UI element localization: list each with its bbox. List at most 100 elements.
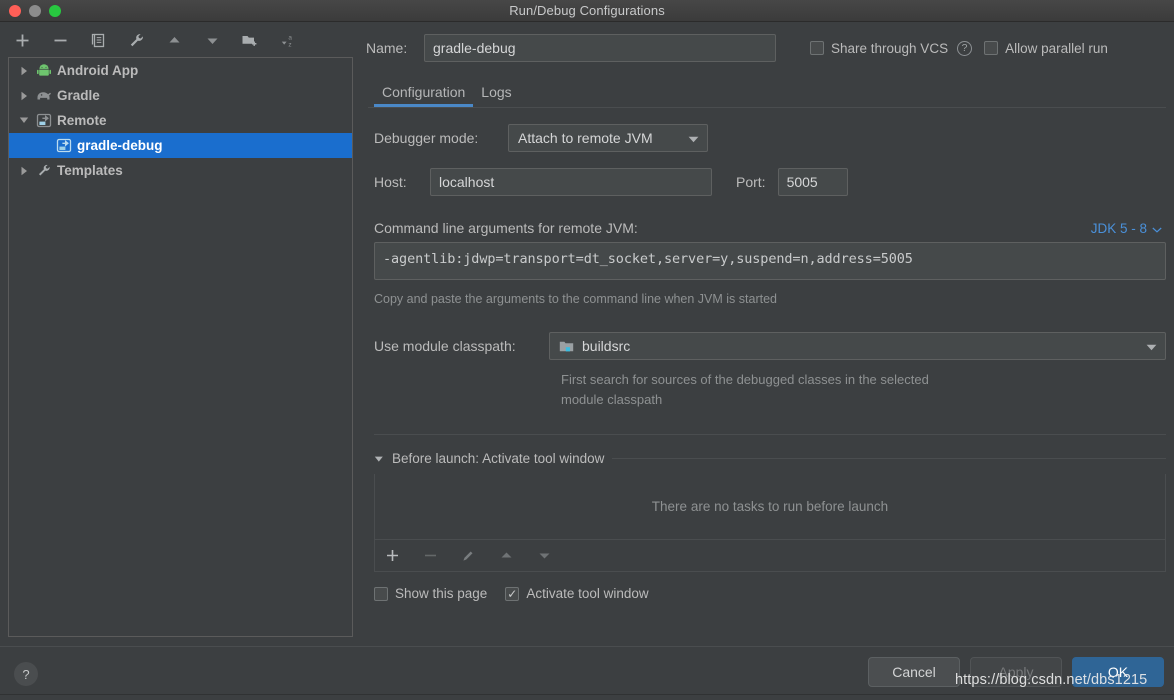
- cancel-button[interactable]: Cancel: [868, 657, 960, 687]
- chevron-down-icon[interactable]: [374, 455, 384, 463]
- remove-task-button[interactable]: [421, 547, 439, 565]
- wrench-icon: [130, 33, 143, 46]
- port-input[interactable]: [777, 168, 848, 196]
- edit-templates-button[interactable]: [126, 30, 146, 50]
- module-icon: [559, 340, 574, 353]
- folder-add-icon: [242, 35, 257, 46]
- window-title: Run/Debug Configurations: [509, 3, 665, 18]
- module-classpath-label: Use module classpath:: [374, 338, 516, 354]
- move-configuration-up-button[interactable]: [164, 30, 184, 50]
- configuration-editor-pane: Name: Share through VCS ? Allow parallel…: [360, 23, 1174, 700]
- copy-configuration-button[interactable]: [88, 30, 108, 50]
- debugger-mode-row: Debugger mode: Attach to remote JVM: [374, 124, 1166, 152]
- arrow-down-icon: [539, 553, 549, 559]
- before-launch-title: Before launch: Activate tool window: [392, 451, 605, 466]
- dialog-body: az Android App Gradle Remote gradle-debu…: [0, 23, 1174, 700]
- plus-icon: [386, 550, 398, 561]
- port-label: Port:: [736, 174, 766, 190]
- plus-icon: [16, 34, 28, 46]
- wrench-icon: [33, 163, 55, 178]
- debugger-mode-value: Attach to remote JVM: [518, 130, 653, 146]
- arrow-down-icon: [207, 38, 217, 44]
- tree-item-label: Android App: [57, 63, 139, 78]
- debugger-mode-dropdown[interactable]: Attach to remote JVM: [508, 124, 708, 152]
- android-icon: [33, 63, 55, 78]
- checkbox-box[interactable]: ✓: [505, 586, 520, 601]
- move-task-down-button[interactable]: [535, 547, 553, 565]
- tree-item-label: gradle-debug: [77, 138, 163, 153]
- window-titlebar: Run/Debug Configurations: [0, 0, 1174, 22]
- svg-text:z: z: [288, 41, 291, 48]
- configurations-pane: az Android App Gradle Remote gradle-debu…: [0, 23, 360, 700]
- activate-tool-window-label: Activate tool window: [526, 586, 649, 601]
- chevron-down-icon[interactable]: [1152, 221, 1162, 236]
- command-line-arguments-label: Command line arguments for remote JVM:: [374, 220, 638, 236]
- gradle-icon: [33, 89, 55, 102]
- footer-divider: [0, 646, 1174, 647]
- before-launch-header[interactable]: Before launch: Activate tool window: [374, 451, 1166, 466]
- name-label: Name:: [366, 40, 408, 56]
- command-line-arguments-header: Command line arguments for remote JVM: J…: [374, 220, 1166, 236]
- add-task-button[interactable]: [383, 547, 401, 565]
- tree-item-android-app[interactable]: Android App: [9, 58, 352, 83]
- jdk-version-label: JDK 5 - 8: [1090, 221, 1147, 236]
- tree-item-label: Templates: [57, 163, 123, 178]
- sort-configurations-button[interactable]: az: [278, 30, 298, 50]
- share-through-vcs-checkbox[interactable]: Share through VCS: [810, 41, 948, 56]
- module-classpath-hint-line2: module classpath: [561, 392, 663, 407]
- checkbox-box[interactable]: [810, 41, 824, 55]
- before-launch-task-list[interactable]: There are no tasks to run before launch: [374, 474, 1166, 540]
- copy-icon: [91, 33, 104, 47]
- tree-item-remote[interactable]: Remote: [9, 108, 352, 133]
- before-launch-rule: [612, 458, 1166, 459]
- name-row-checkboxes: Share through VCS ? Allow parallel run: [810, 40, 1108, 56]
- command-line-arguments-value[interactable]: -agentlib:jdwp=transport=dt_socket,serve…: [374, 242, 1166, 280]
- jdk-version-selector[interactable]: JDK 5 - 8: [1091, 221, 1166, 236]
- tree-item-gradle-debug[interactable]: gradle-debug: [9, 133, 352, 158]
- add-configuration-button[interactable]: [12, 30, 32, 50]
- checkbox-box[interactable]: [374, 586, 388, 601]
- tree-item-gradle[interactable]: Gradle: [9, 83, 352, 108]
- new-folder-button[interactable]: [240, 30, 260, 50]
- remove-configuration-button[interactable]: [50, 30, 70, 50]
- module-classpath-hint-line1: First search for sources of the debugged…: [561, 372, 929, 387]
- move-configuration-down-button[interactable]: [202, 30, 222, 50]
- before-launch-empty-text: There are no tasks to run before launch: [651, 499, 889, 514]
- show-this-page-label: Show this page: [395, 586, 488, 601]
- show-this-page-checkbox[interactable]: Show this page: [374, 586, 487, 601]
- arrow-up-icon: [169, 36, 179, 42]
- module-classpath-value: buildsrc: [582, 338, 631, 354]
- module-classpath-dropdown[interactable]: buildsrc: [549, 332, 1166, 360]
- tab-configuration[interactable]: Configuration: [374, 84, 474, 107]
- command-line-arguments-hint: Copy and paste the arguments to the comm…: [374, 292, 777, 306]
- tree-item-templates[interactable]: Templates: [9, 158, 352, 183]
- chevron-down-icon[interactable]: [15, 116, 33, 125]
- move-task-up-button[interactable]: [497, 547, 515, 565]
- chevron-right-icon[interactable]: [15, 91, 33, 101]
- allow-parallel-run-checkbox[interactable]: Allow parallel run: [984, 41, 1108, 56]
- name-row: Name: Share through VCS ? Allow parallel…: [360, 31, 1174, 65]
- tab-logs[interactable]: Logs: [473, 84, 519, 107]
- name-input[interactable]: [424, 34, 776, 62]
- chevron-down-icon[interactable]: [1136, 338, 1161, 354]
- allow-parallel-run-label: Allow parallel run: [1005, 40, 1108, 56]
- share-vcs-help-icon[interactable]: ?: [957, 40, 973, 56]
- check-icon: ✓: [507, 586, 518, 601]
- activate-tool-window-checkbox[interactable]: ✓ Activate tool window: [505, 586, 649, 601]
- checkbox-box[interactable]: [984, 41, 999, 55]
- help-button[interactable]: ?: [14, 662, 38, 686]
- chevron-right-icon[interactable]: [15, 166, 33, 176]
- chevron-down-icon[interactable]: [678, 130, 703, 146]
- before-launch-toolbar: [374, 540, 1166, 572]
- watermark-text: https://blog.csdn.net/dbs1215: [955, 672, 1148, 688]
- debugger-mode-label: Debugger mode:: [374, 130, 479, 146]
- configurations-tree[interactable]: Android App Gradle Remote gradle-debug T…: [8, 57, 353, 637]
- edit-task-button[interactable]: [459, 547, 477, 565]
- before-launch-options: Show this page ✓ Activate tool window: [374, 586, 1166, 601]
- pencil-icon: [462, 551, 472, 561]
- tree-item-label: Gradle: [57, 88, 100, 103]
- chevron-right-icon[interactable]: [15, 66, 33, 76]
- configuration-tab-content: Debugger mode: Attach to remote JVM Host…: [360, 124, 1174, 601]
- share-through-vcs-label: Share through VCS: [831, 40, 949, 56]
- host-input[interactable]: [430, 168, 712, 196]
